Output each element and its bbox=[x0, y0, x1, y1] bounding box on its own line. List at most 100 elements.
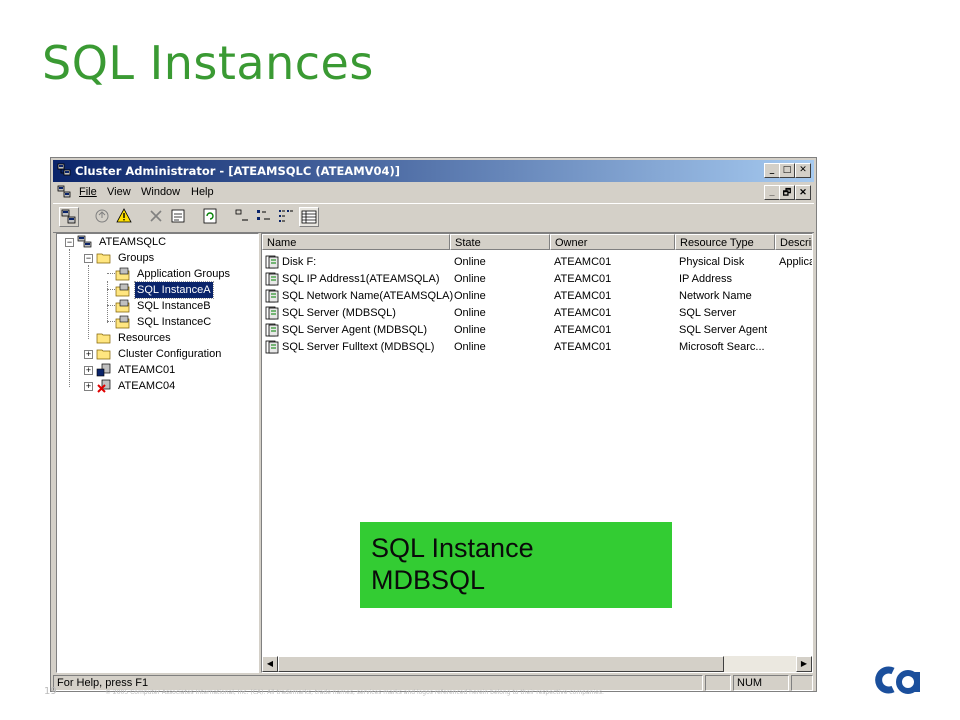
resource-icon bbox=[265, 255, 279, 269]
cluster-tree[interactable]: − ATEAMSQLC − Groups Application Groups bbox=[56, 233, 259, 673]
cell-owner: ATEAMC01 bbox=[554, 273, 612, 285]
table-row[interactable]: SQL Network Name(ATEAMSQLA) Online ATEAMC0… bbox=[262, 288, 812, 305]
cell-name: SQL Server Agent (MDBSQL) bbox=[282, 324, 428, 336]
tree-label: ATEAMSQLC bbox=[99, 236, 167, 248]
refresh-button[interactable] bbox=[201, 207, 221, 227]
menu-file[interactable]: File bbox=[79, 186, 97, 198]
open-connection-icon bbox=[61, 209, 76, 224]
column-header-resource-type[interactable]: Resource Type bbox=[675, 234, 775, 250]
cell-state: Online bbox=[454, 324, 486, 336]
small-icons-view-icon bbox=[257, 210, 270, 220]
document-system-menu-icon[interactable] bbox=[57, 185, 71, 199]
tree-label: SQL InstanceB bbox=[137, 300, 211, 312]
cluster-administrator-window: Cluster Administrator - [ATEAMSQLC (ATEA… bbox=[50, 157, 817, 692]
cell-resource-type: SQL Server Agent bbox=[679, 324, 768, 336]
window-titlebar[interactable]: Cluster Administrator - [ATEAMSQLC (ATEA… bbox=[53, 160, 814, 182]
table-row[interactable]: SQL IP Address1(ATEAMSQLA) Online ATEAMC01… bbox=[262, 271, 812, 288]
column-header-owner[interactable]: Owner bbox=[550, 234, 675, 250]
cell-name: Disk F: bbox=[282, 256, 317, 268]
resource-icon bbox=[265, 289, 279, 303]
delete-icon bbox=[150, 210, 162, 222]
scroll-left-button[interactable]: ◀ bbox=[262, 656, 278, 672]
cell-resource-type: Network Name bbox=[679, 290, 752, 302]
slide-copyright: © 2005 Computer Associates International… bbox=[105, 689, 604, 696]
expand-node1-button[interactable]: + bbox=[84, 366, 93, 375]
cell-state: Online bbox=[454, 307, 486, 319]
table-row[interactable]: SQL Server (MDBSQL) Online ATEAMC01 SQL Ser… bbox=[262, 305, 812, 322]
window-title: Cluster Administrator - [ATEAMSQLC (ATEA… bbox=[75, 164, 401, 178]
column-header-state[interactable]: State bbox=[450, 234, 550, 250]
warning-icon bbox=[116, 208, 132, 223]
collapse-groups-button[interactable]: − bbox=[84, 254, 93, 263]
scrollbar-thumb[interactable] bbox=[278, 656, 724, 672]
cluster-app-icon bbox=[57, 163, 71, 176]
details-view-button[interactable] bbox=[299, 207, 319, 227]
cell-owner: ATEAMC01 bbox=[554, 307, 612, 319]
refresh-icon bbox=[203, 208, 217, 224]
collapse-root-button[interactable]: − bbox=[65, 238, 74, 247]
expand-node2-button[interactable]: + bbox=[84, 382, 93, 391]
expand-cluster-config-button[interactable]: + bbox=[84, 350, 93, 359]
horizontal-scrollbar[interactable]: ◀ ▶ bbox=[262, 656, 812, 672]
cell-resource-type: Physical Disk bbox=[679, 256, 745, 268]
resource-group-icon bbox=[115, 315, 130, 329]
ca-logo bbox=[875, 666, 920, 694]
properties-button[interactable] bbox=[169, 207, 189, 227]
column-header-description[interactable]: Descrip bbox=[775, 234, 812, 250]
cell-resource-type: SQL Server bbox=[679, 307, 737, 319]
scroll-right-button[interactable]: ▶ bbox=[796, 656, 812, 672]
properties-icon bbox=[171, 209, 185, 223]
menu-view[interactable]: View bbox=[107, 186, 131, 198]
table-row[interactable]: SQL Server Fulltext (MDBSQL) Online ATEAMC… bbox=[262, 339, 812, 356]
menu-window[interactable]: Window bbox=[141, 186, 180, 198]
column-header-name[interactable]: Name bbox=[262, 234, 450, 250]
resource-icon bbox=[265, 306, 279, 320]
tree-label: Groups bbox=[118, 252, 155, 264]
cell-state: Online bbox=[454, 256, 486, 268]
status-num-indicator: NUM bbox=[733, 675, 789, 691]
small-icons-button[interactable] bbox=[255, 207, 275, 227]
resource-group-icon bbox=[115, 299, 130, 313]
tree-label: Application Groups bbox=[137, 268, 230, 280]
large-icons-button[interactable] bbox=[233, 207, 253, 227]
delete-button[interactable] bbox=[147, 207, 167, 227]
status-pane-empty bbox=[705, 675, 731, 691]
doc-close-button[interactable]: ✕ bbox=[795, 185, 811, 200]
bring-online-button[interactable] bbox=[93, 207, 113, 227]
resource-icon bbox=[265, 340, 279, 354]
list-view-button[interactable] bbox=[277, 207, 297, 227]
cell-owner: ATEAMC01 bbox=[554, 324, 612, 336]
doc-minimize-button[interactable]: _ bbox=[764, 185, 780, 200]
cell-resource-type: Microsoft Searc... bbox=[679, 341, 765, 353]
tree-label: ATEAMC01 bbox=[118, 364, 176, 376]
open-connection-button[interactable] bbox=[59, 207, 79, 227]
minimize-button[interactable]: _ bbox=[764, 163, 780, 178]
cell-resource-type: IP Address bbox=[679, 273, 732, 285]
cell-owner: ATEAMC01 bbox=[554, 290, 612, 302]
folder-icon bbox=[96, 333, 111, 344]
resource-icon bbox=[265, 272, 279, 286]
tree-connector bbox=[107, 281, 108, 323]
callout-box: SQL Instance MDBSQL bbox=[360, 522, 672, 608]
menu-bar: File View Window Help _ 🗗 ✕ bbox=[53, 183, 814, 201]
close-button[interactable]: ✕ bbox=[795, 163, 811, 178]
take-offline-button[interactable] bbox=[115, 207, 135, 227]
cell-state: Online bbox=[454, 341, 486, 353]
table-row[interactable]: Disk F: Online ATEAMC01 Physical Disk Applic… bbox=[262, 254, 812, 271]
resource-group-icon bbox=[115, 267, 130, 281]
tree-label: SQL InstanceA bbox=[134, 281, 214, 299]
maximize-button[interactable]: □ bbox=[779, 163, 795, 178]
cell-description: Applica bbox=[779, 256, 813, 268]
tree-label: ATEAMC04 bbox=[118, 380, 176, 392]
server-node-down-icon bbox=[97, 379, 111, 393]
table-row[interactable]: SQL Server Agent (MDBSQL) Online ATEAMC01 S… bbox=[262, 322, 812, 339]
cell-name: SQL Server (MDBSQL) bbox=[282, 307, 396, 319]
slide-title: SQL Instances bbox=[42, 36, 374, 90]
menu-help[interactable]: Help bbox=[191, 186, 214, 198]
folder-open-icon bbox=[96, 253, 111, 264]
doc-restore-button[interactable]: 🗗 bbox=[779, 185, 795, 200]
cell-owner: ATEAMC01 bbox=[554, 341, 612, 353]
status-resize-grip[interactable] bbox=[791, 675, 813, 691]
tree-label: Resources bbox=[118, 332, 171, 344]
slide-page-number: 19 bbox=[44, 686, 57, 697]
